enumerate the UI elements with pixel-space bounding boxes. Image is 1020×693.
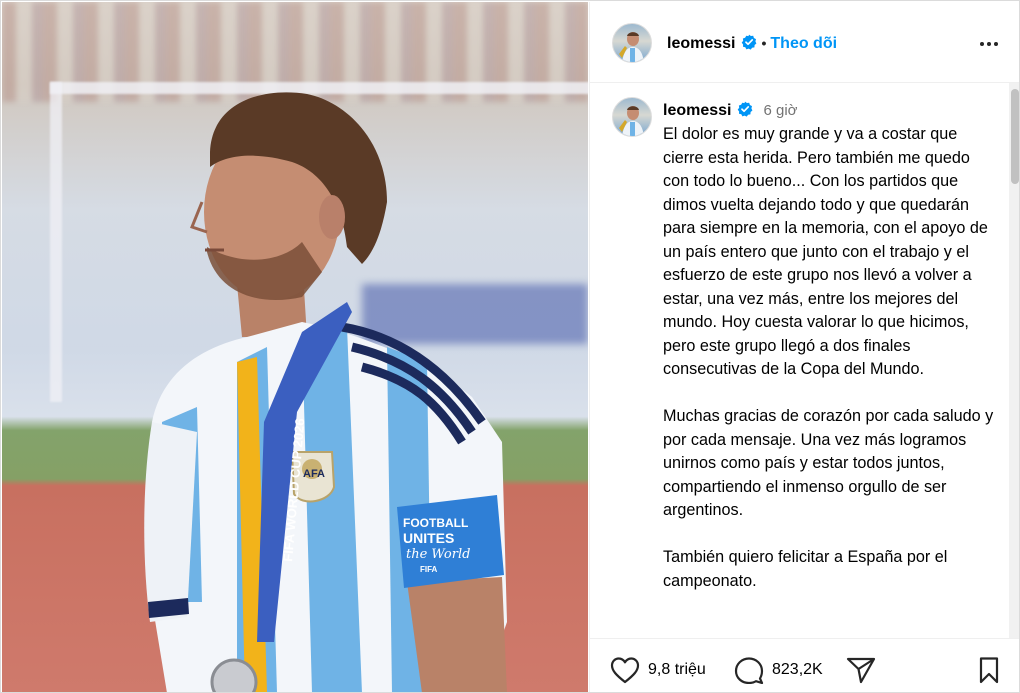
scrollbar[interactable] xyxy=(1009,83,1019,638)
comments-count[interactable]: 823,2K xyxy=(772,661,823,679)
caption-header: leomessi 6 giờ xyxy=(663,101,798,120)
caption-username[interactable]: leomessi xyxy=(663,102,731,119)
post-header: leomessi • Theo dõi xyxy=(590,2,1019,83)
post-time[interactable]: 6 giờ xyxy=(763,102,797,119)
caption-scroll-area[interactable]: leomessi 6 giờ El dolor es muy grande y v… xyxy=(590,83,1019,638)
armband-text-1: FOOTBALL xyxy=(403,516,468,530)
action-bar: 9,8 triệu 823,2K xyxy=(590,638,1019,692)
caption-paragraph: También quiero felicitar a España por el… xyxy=(663,548,948,590)
avatar[interactable] xyxy=(612,23,652,63)
player-illustration: FOOTBALL UNITES the World FIFA AFA FIFA … xyxy=(144,92,507,692)
header-username-row: leomessi • Theo dõi xyxy=(667,34,837,53)
separator-dot: • xyxy=(761,35,767,51)
share-icon[interactable] xyxy=(846,656,876,684)
comment-icon[interactable] xyxy=(734,656,764,684)
avatar[interactable] xyxy=(612,97,652,137)
heart-icon[interactable] xyxy=(610,656,640,684)
caption-paragraph: El dolor es muy grande y va a costar que… xyxy=(663,125,988,378)
verified-badge-icon xyxy=(742,34,757,50)
svg-text:AFA: AFA xyxy=(303,468,325,480)
bookmark-icon[interactable] xyxy=(976,656,1002,684)
post-sidebar: leomessi • Theo dõi leomessi 6 giờ El do… xyxy=(589,2,1019,692)
comment-button[interactable]: 823,2K xyxy=(734,656,823,684)
armband-text-2: UNITES xyxy=(403,530,454,546)
scrollbar-thumb[interactable] xyxy=(1011,89,1019,184)
verified-badge-icon xyxy=(738,101,753,117)
likes-count[interactable]: 9,8 triệu xyxy=(648,661,706,679)
more-options-icon[interactable] xyxy=(977,32,1001,56)
share-button[interactable] xyxy=(846,656,876,684)
armband-text-4: FIFA xyxy=(420,565,438,574)
like-button[interactable]: 9,8 triệu xyxy=(610,656,706,684)
caption-paragraph: Muchas gracias de corazón por cada salud… xyxy=(663,407,994,519)
instagram-post-window: FOOTBALL UNITES the World FIFA AFA FIFA … xyxy=(0,0,1020,693)
caption-text: El dolor es muy grande y va a costar que… xyxy=(663,123,998,617)
follow-button[interactable]: Theo dõi xyxy=(770,35,837,52)
save-button[interactable] xyxy=(976,656,1002,684)
post-photo[interactable]: FOOTBALL UNITES the World FIFA AFA FIFA … xyxy=(2,2,588,692)
armband-text-3: the World xyxy=(406,547,470,562)
username-link[interactable]: leomessi xyxy=(667,35,735,52)
